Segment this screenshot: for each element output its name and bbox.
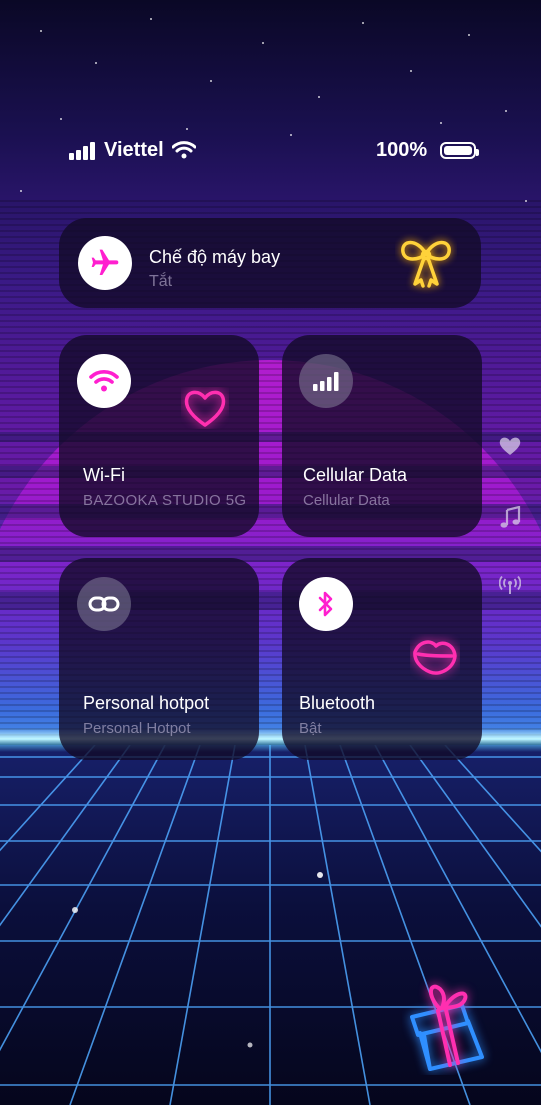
cellular-title: Cellular Data	[303, 465, 408, 485]
link-icon	[88, 596, 120, 612]
synthwave-background	[0, 0, 541, 1105]
broadcast-icon[interactable]	[499, 575, 521, 595]
airplane-icon	[91, 249, 119, 275]
star	[60, 118, 62, 120]
neon-bow-icon	[401, 240, 451, 288]
star	[20, 190, 22, 192]
hotspot-toggle-button[interactable]	[77, 577, 131, 631]
hotspot-subtitle: Personal Hotpot	[83, 720, 191, 737]
star	[262, 42, 264, 44]
airplane-toggle-button[interactable]	[78, 236, 132, 290]
battery-icon	[440, 142, 479, 159]
heart-icon[interactable]	[499, 436, 521, 456]
bluetooth-title: Bluetooth	[299, 693, 376, 713]
star	[186, 128, 188, 130]
cellular-data-tile[interactable]: Cellular Data Cellular Data	[282, 335, 482, 537]
signal-bars-icon	[313, 372, 339, 391]
star	[525, 200, 527, 202]
wifi-icon	[89, 370, 119, 392]
airplane-mode-tile[interactable]: Chế độ máy bay Tắt	[59, 218, 481, 308]
wifi-status-icon	[172, 141, 196, 159]
battery-percentage: 100%	[376, 139, 428, 161]
airplane-mode-title: Chế độ máy bay	[149, 247, 281, 267]
wifi-toggle-button[interactable]	[77, 354, 131, 408]
neon-gift-icon[interactable]	[402, 975, 502, 1075]
star	[318, 96, 320, 98]
music-note-icon[interactable]	[499, 506, 521, 528]
carrier-name: Viettel	[104, 139, 164, 161]
bluetooth-status: Bật	[299, 720, 322, 737]
star	[440, 122, 442, 124]
star	[468, 34, 470, 36]
star	[505, 110, 507, 112]
neon-heart-icon	[184, 390, 226, 427]
airplane-mode-status: Tắt	[149, 273, 173, 290]
star	[150, 18, 152, 20]
wifi-tile[interactable]: Wi-Fi BAZOOKA STUDIO 5G	[59, 335, 259, 537]
wifi-network-name: BAZOOKA STUDIO 5G	[83, 492, 247, 509]
star	[362, 22, 364, 24]
wifi-title: Wi-Fi	[83, 465, 125, 485]
status-bar: Viettel 100%	[0, 138, 541, 164]
star	[210, 80, 212, 82]
cellular-signal-icon	[69, 142, 99, 160]
star	[95, 62, 97, 64]
bluetooth-icon	[318, 591, 333, 617]
hotspot-title: Personal hotpot	[83, 693, 210, 713]
star	[290, 134, 292, 136]
cellular-subtitle: Cellular Data	[303, 492, 390, 509]
bluetooth-toggle-button[interactable]	[299, 577, 353, 631]
cellular-toggle-button[interactable]	[299, 354, 353, 408]
bluetooth-tile[interactable]: Bluetooth Bật	[282, 558, 482, 760]
neon-lips-icon	[413, 640, 457, 675]
star	[40, 30, 42, 32]
star	[410, 70, 412, 72]
personal-hotspot-tile[interactable]: Personal hotpot Personal Hotpot	[59, 558, 259, 760]
